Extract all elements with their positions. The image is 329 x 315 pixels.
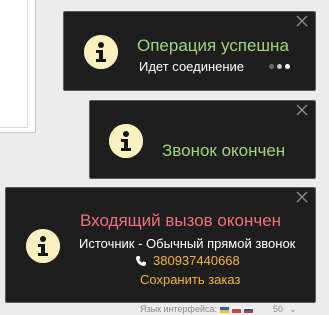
phone-number[interactable]: 380937440668 bbox=[153, 253, 240, 268]
notification-title: Входящий вызов окончен bbox=[80, 211, 282, 230]
language-footer: Язык интерфейса: 50 ⌄ bbox=[140, 304, 297, 315]
notification-incoming-call-ended: Входящий вызов окончен Источник - Обычны… bbox=[5, 187, 316, 303]
phone-number-row[interactable]: 380937440668 bbox=[135, 253, 240, 268]
notification-title: Операция успешна bbox=[137, 36, 289, 55]
close-icon[interactable] bbox=[295, 103, 309, 117]
notification-call-ended: Звонок окончен bbox=[89, 100, 316, 179]
info-icon bbox=[109, 124, 143, 158]
call-source: Источник - Обычный прямой звонок bbox=[79, 236, 296, 251]
flag-icon[interactable] bbox=[220, 306, 230, 313]
close-icon[interactable] bbox=[295, 190, 309, 204]
save-order-link[interactable]: Сохранить заказ bbox=[140, 272, 240, 287]
page-size-value[interactable]: 50 bbox=[273, 304, 283, 314]
notification-operation-success: Операция успешна Идет соединение bbox=[63, 11, 316, 91]
background-panel-inner bbox=[0, 0, 28, 128]
notification-message: Идет соединение bbox=[139, 59, 245, 74]
language-label: Язык интерфейса: bbox=[140, 304, 218, 314]
flag-icon[interactable] bbox=[244, 306, 254, 313]
notification-title: Звонок окончен bbox=[162, 141, 286, 160]
loading-indicator bbox=[269, 64, 290, 69]
info-icon bbox=[84, 35, 118, 69]
phone-icon bbox=[136, 255, 146, 266]
chevron-down-icon[interactable]: ⌄ bbox=[289, 304, 297, 314]
info-icon bbox=[26, 229, 60, 263]
close-icon[interactable] bbox=[295, 14, 309, 28]
background-panel bbox=[0, 0, 36, 133]
flag-icon[interactable] bbox=[232, 306, 242, 313]
